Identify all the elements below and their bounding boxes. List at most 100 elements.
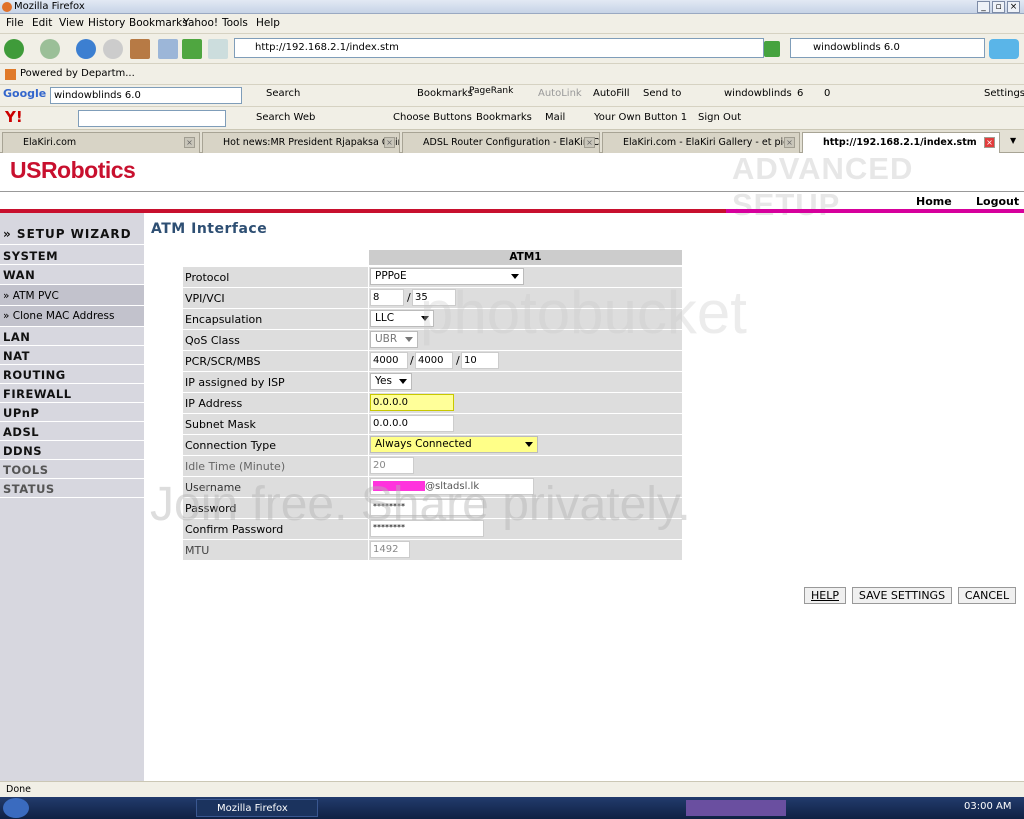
search-text: windowblinds 6.0 <box>813 42 900 53</box>
window-titlebar: Mozilla Firefox _ ▫ × <box>0 0 1024 14</box>
own-button[interactable]: Your Own Button 1 <box>594 112 687 123</box>
scr-input[interactable]: 4000 <box>415 352 453 369</box>
minimize-button[interactable]: _ <box>977 1 990 13</box>
close-tab-icon[interactable]: × <box>384 137 395 148</box>
yahoo-bookmarks-button[interactable]: Bookmarks <box>476 112 532 123</box>
tab-list-icon[interactable]: ▼ <box>1010 136 1016 145</box>
menu-help[interactable]: Help <box>256 17 280 29</box>
idle-time-input[interactable]: 20 <box>370 457 414 474</box>
pagerank-label: PageRank <box>469 86 514 96</box>
password-input[interactable]: ******** <box>370 499 484 516</box>
help-button[interactable]: HELP <box>804 587 846 604</box>
protocol-select[interactable]: PPPoE <box>370 268 524 285</box>
encapsulation-select[interactable]: LLC <box>370 310 434 327</box>
yahoo-logo-icon[interactable]: Y! <box>5 108 23 126</box>
new-tab-icon[interactable] <box>158 39 178 59</box>
ip-isp-select[interactable]: Yes <box>370 373 412 390</box>
sidebar-item-nat[interactable]: NAT <box>0 346 144 365</box>
table-row: PCR/SCR/MBS 4000 / 4000 / 10 <box>183 351 682 371</box>
sidebar-item-atm-pvc[interactable]: » ATM PVC <box>0 285 144 306</box>
table-row: Password ******** <box>183 498 682 518</box>
page-icon[interactable] <box>208 39 228 59</box>
google-search-button[interactable]: Search <box>266 88 300 99</box>
reload-icon[interactable] <box>76 39 96 59</box>
close-tab-icon[interactable]: × <box>784 137 795 148</box>
sidebar-item-setup-wizard[interactable]: » SETUP WIZARD <box>0 223 144 245</box>
sidebar-item-lan[interactable]: LAN <box>0 327 144 346</box>
highlight-term[interactable]: windowblinds <box>724 88 792 99</box>
maximize-button[interactable]: ▫ <box>992 1 1005 13</box>
sidebar-item-upnp[interactable]: UPnP <box>0 403 144 422</box>
qos-select[interactable]: UBR <box>370 331 418 348</box>
autolink-button[interactable]: AutoLink <box>538 88 582 99</box>
ip-address-input[interactable]: 0.0.0.0 <box>370 394 454 411</box>
sidebar-item-system[interactable]: SYSTEM <box>0 246 144 265</box>
sidebar-item-ddns[interactable]: DDNS <box>0 441 144 460</box>
go-icon[interactable] <box>764 41 780 57</box>
tab-hot-news[interactable]: Hot news:MR President Rjapaksa Goin... × <box>202 132 400 153</box>
addon-icon[interactable] <box>182 39 202 59</box>
start-button-icon[interactable] <box>3 798 29 818</box>
username-input[interactable]: @sltadsl.lk <box>370 478 534 495</box>
choose-buttons[interactable]: Choose Buttons <box>393 112 472 123</box>
chevron-down-icon <box>511 274 519 279</box>
stop-icon[interactable] <box>103 39 123 59</box>
mbs-input[interactable]: 10 <box>461 352 499 369</box>
google-search-input[interactable]: windowblinds 6.0 <box>50 87 242 104</box>
tab-gallery[interactable]: ElaKiri.com - ElaKiri Gallery - et pics × <box>602 132 800 153</box>
send-to-button[interactable]: Send to <box>643 88 681 99</box>
sidebar-item-routing[interactable]: ROUTING <box>0 365 144 384</box>
navigation-toolbar: http://192.168.2.1/index.stm windowblind… <box>0 34 1024 64</box>
cancel-button[interactable]: CANCEL <box>958 587 1016 604</box>
close-tab-icon[interactable]: × <box>984 137 995 148</box>
tab-elakiri[interactable]: ElaKiri.com × <box>2 132 200 153</box>
forward-icon[interactable] <box>40 39 60 59</box>
sidebar-item-tools[interactable]: TOOLS <box>0 460 144 479</box>
taskbar-firefox[interactable]: Mozilla Firefox <box>196 799 318 817</box>
save-settings-button[interactable]: SAVE SETTINGS <box>852 587 952 604</box>
google-bookmarks-button[interactable]: Bookmarks <box>417 88 473 99</box>
close-button[interactable]: × <box>1007 1 1020 13</box>
menu-view[interactable]: View <box>59 17 84 29</box>
skype-icon[interactable] <box>989 39 1019 59</box>
menu-file[interactable]: File <box>6 17 24 29</box>
username-label: Username <box>183 477 368 497</box>
menu-edit[interactable]: Edit <box>32 17 52 29</box>
menu-yahoo[interactable]: Yahoo! <box>183 17 218 29</box>
bookmark-item[interactable]: Powered by Departm... <box>20 68 135 79</box>
home-link[interactable]: Home <box>916 195 952 208</box>
logout-link[interactable]: Logout <box>976 195 1019 208</box>
sign-out-button[interactable]: Sign Out <box>698 112 741 123</box>
tab-adsl-config[interactable]: ADSL Router Configuration - ElaKiri Co..… <box>402 132 600 153</box>
subnet-mask-input[interactable]: 0.0.0.0 <box>370 415 454 432</box>
sidebar-item-adsl[interactable]: ADSL <box>0 422 144 441</box>
connection-type-select[interactable]: Always Connected <box>370 436 538 453</box>
menu-tools[interactable]: Tools <box>222 17 248 29</box>
confirm-password-input[interactable]: ******** <box>370 520 484 537</box>
yahoo-search-input[interactable] <box>78 110 226 127</box>
yahoo-mail-button[interactable]: Mail <box>545 112 565 123</box>
clock: 03:00 AM <box>964 801 1012 812</box>
sidebar-item-status[interactable]: STATUS <box>0 479 144 498</box>
url-bar[interactable]: http://192.168.2.1/index.stm <box>234 38 764 58</box>
close-tab-icon[interactable]: × <box>184 137 195 148</box>
menu-history[interactable]: History <box>88 17 125 29</box>
close-tab-icon[interactable]: × <box>584 137 595 148</box>
search-bar[interactable]: windowblinds 6.0 <box>790 38 985 58</box>
mtu-input[interactable]: 1492 <box>370 541 410 558</box>
sidebar-item-wan[interactable]: WAN <box>0 265 144 285</box>
vpi-input[interactable]: 8 <box>370 289 404 306</box>
search-web-button[interactable]: Search Web <box>256 112 315 123</box>
settings-button[interactable]: Settings <box>984 88 1024 99</box>
pcr-input[interactable]: 4000 <box>370 352 408 369</box>
table-row: MTU 1492 <box>183 540 682 560</box>
sidebar-item-clone-mac[interactable]: » Clone MAC Address <box>0 306 144 327</box>
tab-router[interactable]: http://192.168.2.1/index.stm × <box>802 132 1000 153</box>
autofill-button[interactable]: AutoFill <box>593 88 630 99</box>
back-icon[interactable] <box>4 39 24 59</box>
menu-bookmarks[interactable]: Bookmarks <box>129 17 188 29</box>
sidebar-item-firewall[interactable]: FIREWALL <box>0 384 144 403</box>
confirm-password-label: Confirm Password <box>183 519 368 539</box>
vci-input[interactable]: 35 <box>412 289 456 306</box>
home-icon[interactable] <box>130 39 150 59</box>
